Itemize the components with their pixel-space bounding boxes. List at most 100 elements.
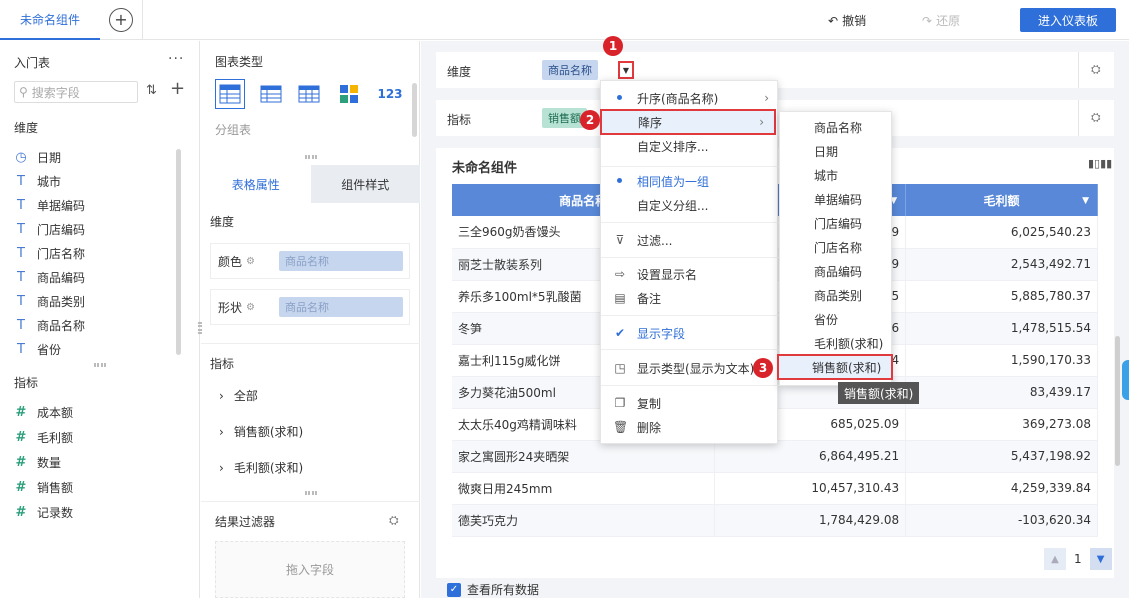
- undo-button[interactable]: ↶ 撤销: [828, 12, 866, 29]
- submenu-item[interactable]: 单据编码: [780, 188, 893, 210]
- table-cell: 10,457,310.43: [714, 472, 907, 505]
- menu-filter[interactable]: ⊽ 过滤...: [601, 229, 779, 251]
- field-list-panel: 入门表 ··· ⚲ 搜索字段 ⇅ + 维度 ◷ 日期 T 城市 T 单据编码 T 门店编码 T 门…: [0, 41, 200, 598]
- menu-custom-group[interactable]: 自定义分组...: [601, 194, 779, 216]
- indicator-tree-all[interactable]: › 全部: [219, 387, 258, 404]
- settings-gear-icon[interactable]: ⚙: [246, 256, 255, 267]
- dimension-field-chip[interactable]: 商品名称: [542, 60, 598, 80]
- resize-grip[interactable]: [94, 363, 106, 367]
- submenu-item[interactable]: 门店编码: [780, 212, 893, 234]
- property-tabs: 表格属性 组件样式: [201, 165, 420, 203]
- hash-icon: #: [15, 429, 27, 445]
- field-item[interactable]: # 销售额: [14, 477, 73, 497]
- menu-divider: [601, 315, 779, 316]
- resize-grip[interactable]: [305, 491, 317, 495]
- add-field-icon[interactable]: +: [170, 80, 185, 98]
- grouped-table-icon[interactable]: [215, 79, 245, 109]
- menu-delete[interactable]: 🗑 删除: [601, 416, 779, 438]
- indicator-tree-sales[interactable]: › 销售额(求和): [219, 423, 303, 440]
- check-icon[interactable]: ✓: [447, 582, 461, 597]
- color-field-chip[interactable]: 商品名称: [279, 251, 403, 271]
- cross-table-icon[interactable]: [297, 83, 321, 105]
- field-scrollbar[interactable]: [176, 149, 181, 355]
- search-input[interactable]: 搜索字段: [32, 84, 80, 101]
- panel-resize-grip[interactable]: [198, 322, 202, 334]
- result-filter-label: 结果过滤器: [215, 515, 276, 529]
- redo-button[interactable]: ↷ 还原: [922, 12, 960, 29]
- menu-set-display-name[interactable]: ⇨ 设置显示名: [601, 263, 779, 285]
- field-item[interactable]: T 商品类别: [14, 291, 85, 311]
- chart-type-scrollbar[interactable]: [412, 83, 417, 137]
- view-all-data-checkbox[interactable]: ✓ 查看所有数据: [447, 581, 539, 598]
- menu-sort-asc[interactable]: 升序(商品名称) ›: [601, 87, 779, 109]
- kpi-number-icon[interactable]: 123: [377, 83, 403, 105]
- sort-arrow-icon[interactable]: ▼: [1082, 196, 1089, 206]
- field-label: 商品编码: [37, 270, 86, 285]
- chart-config-panel: 图表类型 123 分组表 表格属性 组件样式 维度 颜色 ⚙ 商品名称 形状 ⚙…: [201, 41, 420, 598]
- tab-table-properties[interactable]: 表格属性: [201, 165, 311, 203]
- shelf-settings-icon[interactable]: ⛭: [1091, 110, 1101, 125]
- dimension-shelf-label: 维度: [447, 65, 472, 79]
- copy-icon: ❐: [614, 396, 626, 410]
- field-item[interactable]: T 商品名称: [14, 315, 85, 335]
- shelf-settings-icon[interactable]: ⛭: [1091, 62, 1101, 77]
- submenu-item[interactable]: 省份: [780, 308, 893, 330]
- tab-unnamed-component[interactable]: 未命名组件: [0, 0, 100, 40]
- submenu-item[interactable]: 销售额(求和): [777, 354, 893, 380]
- submenu-item[interactable]: 商品类别: [780, 284, 893, 306]
- field-label: 门店编码: [37, 222, 86, 237]
- menu-item-label: 降序: [638, 115, 663, 130]
- menu-copy[interactable]: ❐ 复制: [601, 392, 779, 414]
- submenu-item[interactable]: 城市: [780, 164, 893, 186]
- indicator-tree-profit[interactable]: › 毛利额(求和): [219, 459, 303, 476]
- menu-note[interactable]: ▤ 备注: [601, 287, 779, 309]
- prev-page-button[interactable]: ▲: [1044, 548, 1066, 570]
- filter-settings-icon[interactable]: ⛭: [389, 513, 399, 528]
- menu-custom-sort[interactable]: 自定义排序...: [601, 135, 779, 157]
- text-icon: T: [17, 245, 25, 261]
- sort-fields-icon[interactable]: ⇅: [146, 83, 157, 98]
- color-table-icon[interactable]: [337, 83, 361, 105]
- color-attribute-row[interactable]: 颜色 ⚙ 商品名称: [210, 243, 410, 279]
- field-item[interactable]: T 门店编码: [14, 219, 85, 239]
- shape-attribute-row[interactable]: 形状 ⚙ 商品名称: [210, 289, 410, 325]
- field-item[interactable]: T 商品编码: [14, 267, 85, 287]
- add-tab-button[interactable]: +: [109, 8, 133, 32]
- tab-component-style[interactable]: 组件样式: [310, 165, 420, 203]
- submenu-item[interactable]: 毛利额(求和): [780, 332, 893, 354]
- menu-sort-desc[interactable]: 降序 ›: [600, 109, 776, 135]
- settings-gear-icon[interactable]: ⚙: [246, 302, 255, 313]
- field-item[interactable]: T 单据编码: [14, 195, 85, 215]
- more-icon[interactable]: ···: [168, 51, 184, 67]
- barcode-icon[interactable]: ▮▯▮▮: [1088, 157, 1112, 170]
- table-row: 德芙巧克力 1,784,429.08 -103,620.34: [452, 504, 1098, 537]
- submenu-item[interactable]: 商品编码: [780, 260, 893, 282]
- menu-same-value-group[interactable]: 相同值为一组: [601, 170, 779, 192]
- field-item[interactable]: T 城市: [14, 171, 61, 191]
- field-item[interactable]: T 省份: [14, 339, 61, 359]
- search-field-box[interactable]: ⚲ 搜索字段: [14, 81, 138, 103]
- resize-grip[interactable]: [305, 155, 317, 159]
- enter-dashboard-button[interactable]: 进入仪表板: [1020, 8, 1116, 32]
- field-item[interactable]: ◷ 日期: [14, 147, 61, 167]
- field-item[interactable]: T 门店名称: [14, 243, 85, 263]
- submenu-item[interactable]: 门店名称: [780, 236, 893, 258]
- detail-table-icon[interactable]: [259, 83, 283, 105]
- next-page-button[interactable]: ▼: [1089, 548, 1112, 570]
- pagination: ▲ 1 ▼: [1044, 548, 1112, 570]
- field-item[interactable]: # 成本额: [14, 402, 73, 422]
- field-item[interactable]: # 数量: [14, 452, 61, 472]
- table-scrollbar[interactable]: [1115, 336, 1120, 466]
- callout-badge-3: 3: [753, 358, 773, 378]
- field-item[interactable]: # 毛利额: [14, 427, 73, 447]
- menu-show-field[interactable]: ✔ 显示字段: [601, 322, 779, 344]
- submenu-item[interactable]: 日期: [780, 140, 893, 162]
- chip-dropdown-button[interactable]: ▼: [618, 61, 634, 79]
- floating-helper-icon[interactable]: [1122, 360, 1129, 400]
- column-header-profit[interactable]: 毛利额 ▼: [905, 184, 1098, 216]
- field-item[interactable]: # 记录数: [14, 502, 73, 522]
- submenu-item[interactable]: 商品名称: [780, 116, 893, 138]
- shape-field-chip[interactable]: 商品名称: [279, 297, 403, 317]
- filter-drop-zone[interactable]: 拖入字段: [215, 541, 405, 598]
- hash-icon: #: [15, 479, 27, 495]
